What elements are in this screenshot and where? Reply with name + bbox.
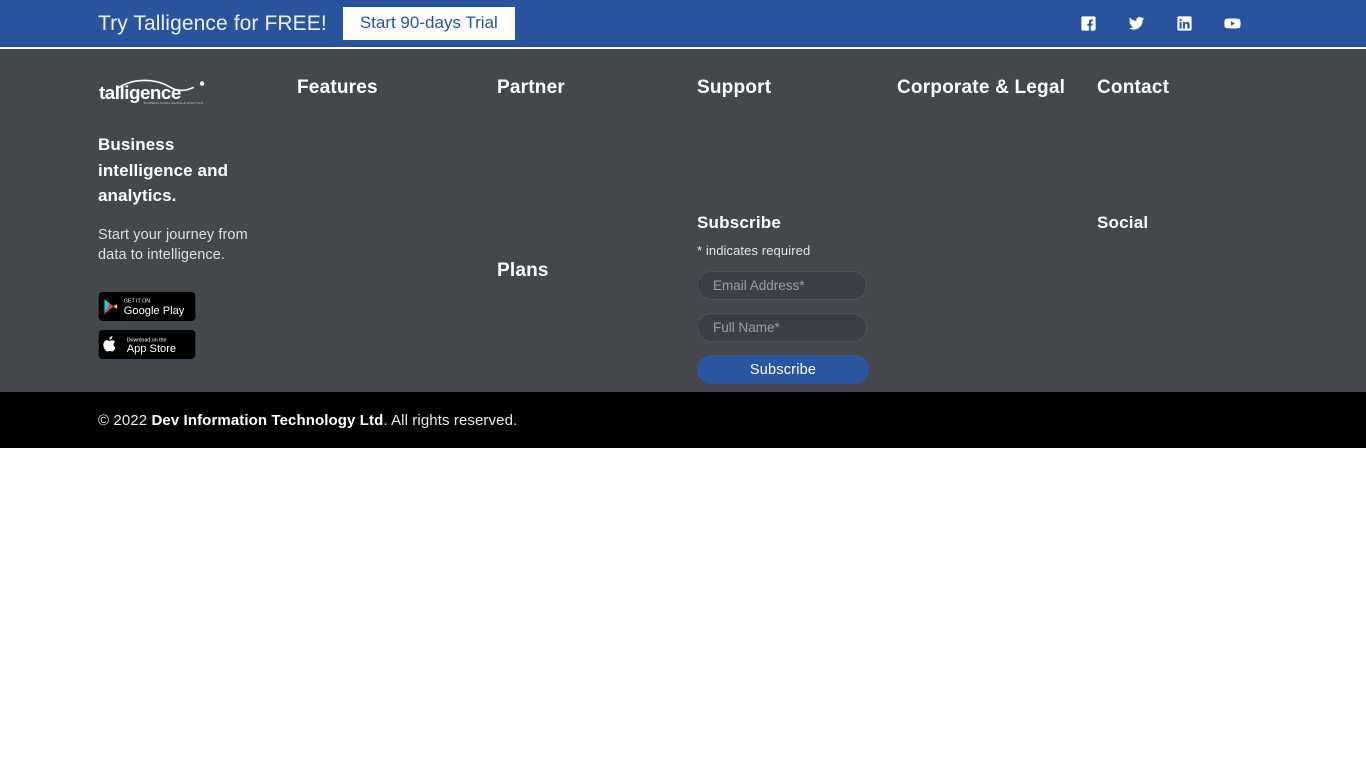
app-store-badge-art: Download on the App Store	[98, 329, 196, 359]
start-trial-button[interactable]: Start 90-days Trial	[342, 6, 515, 41]
full-name-input[interactable]	[697, 313, 867, 342]
social-heading: Social	[1097, 213, 1149, 232]
footer-main: talligence BUSINESS INTELLIGENCE & ANALY…	[0, 49, 1366, 392]
copyright-suffix: . All rights reserved.	[383, 411, 518, 429]
footer-column-support: Support Subscribe * indicates required S…	[697, 77, 887, 384]
footer-column-contact: Contact Social	[1097, 77, 1287, 232]
subscribe-block: Subscribe * indicates required Subscribe	[697, 213, 877, 384]
svg-text:talligence: talligence	[99, 82, 181, 103]
copyright-prefix: © 2022	[98, 411, 152, 429]
copyright-company: Dev Information Technology Ltd	[151, 411, 384, 429]
footer-heading-contact[interactable]: Contact	[1097, 77, 1287, 100]
twitter-glyph	[1128, 17, 1144, 30]
subscribe-required-note: * indicates required	[697, 243, 811, 258]
email-input[interactable]	[697, 271, 867, 300]
footer-grid: talligence BUSINESS INTELLIGENCE & ANALY…	[0, 49, 1366, 392]
footer-column-features: Features	[297, 77, 477, 100]
talligence-logo[interactable]: talligence BUSINESS INTELLIGENCE & ANALY…	[98, 77, 218, 106]
youtube-glyph	[1223, 18, 1241, 29]
subscribe-heading: Subscribe	[697, 213, 781, 232]
talligence-logo-mark: talligence BUSINESS INTELLIGENCE & ANALY…	[99, 79, 205, 105]
subscribe-button[interactable]: Subscribe	[697, 355, 869, 384]
copyright-text: © 2022 Dev Information Technology Ltd. A…	[98, 412, 517, 429]
google-play-badge[interactable]: GET IT ON Google Play	[98, 291, 196, 321]
svg-text:App Store: App Store	[127, 343, 176, 355]
copyright-bar: © 2022 Dev Information Technology Ltd. A…	[0, 392, 1366, 448]
svg-text:Google Play: Google Play	[124, 304, 185, 316]
app-store-badge[interactable]: Download on the App Store	[98, 329, 196, 359]
promo-banner-inner: Try Talligence for FREE! Start 90-days T…	[0, 0, 1366, 47]
facebook-glyph	[1080, 16, 1096, 31]
brand-headline: Business intelligence and analytics.	[98, 135, 229, 206]
footer-brand-column: talligence BUSINESS INTELLIGENCE & ANALY…	[98, 77, 273, 359]
facebook-icon[interactable]	[1077, 13, 1099, 35]
footer-heading-partner[interactable]: Partner	[497, 77, 677, 100]
svg-text:BUSINESS INTELLIGENCE & ANALYT: BUSINESS INTELLIGENCE & ANALYTICS	[144, 101, 204, 105]
footer-heading-corporate[interactable]: Corporate & Legal	[897, 77, 1087, 100]
twitter-icon[interactable]	[1125, 13, 1147, 35]
footer-link-plans[interactable]: Plans	[497, 260, 549, 282]
brand-description: Start your journey from data to intellig…	[98, 226, 248, 264]
google-play-badge-art: GET IT ON Google Play	[98, 291, 196, 321]
linkedin-icon[interactable]	[1173, 13, 1195, 35]
footer-column-corporate: Corporate & Legal	[897, 77, 1087, 100]
svg-text:GET IT ON: GET IT ON	[124, 298, 150, 304]
footer-heading-features[interactable]: Features	[297, 77, 477, 100]
promo-banner: Try Talligence for FREE! Start 90-days T…	[0, 0, 1366, 49]
footer-column-partner: Partner Plans	[497, 77, 677, 281]
page-blank-area	[0, 448, 1366, 768]
promo-social-links	[1077, 13, 1268, 35]
footer-heading-support[interactable]: Support	[697, 77, 887, 100]
youtube-icon[interactable]	[1221, 13, 1243, 35]
promo-text: Try Talligence for FREE!	[98, 11, 327, 35]
svg-text:Download on the: Download on the	[127, 337, 167, 343]
linkedin-glyph	[1176, 16, 1192, 31]
app-store-badges: GET IT ON Google Play Download on the Ap…	[98, 291, 273, 359]
